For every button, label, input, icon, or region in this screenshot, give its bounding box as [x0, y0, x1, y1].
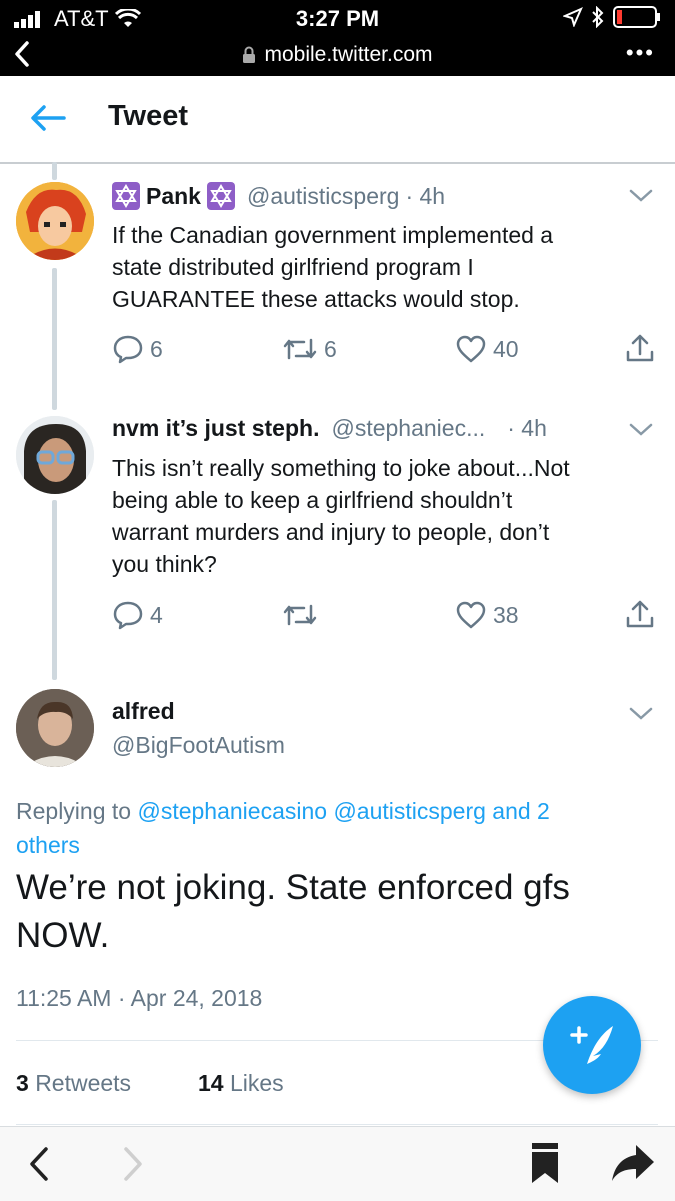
retweet-icon [283, 338, 317, 360]
chevron-down-icon [629, 189, 653, 202]
tweet-menu-button[interactable] [628, 422, 654, 443]
reply-icon [113, 601, 143, 630]
tweet-text-line: state distributed girlfriend program I [112, 254, 474, 280]
tweet-text-line: you think? [112, 551, 217, 577]
thread-line [52, 162, 57, 180]
thread-line [52, 268, 57, 410]
replying-links[interactable]: @stephaniecasino @autisticsperg [137, 798, 485, 824]
chevron-left-icon [30, 1147, 48, 1181]
author-name[interactable]: Pank [146, 183, 201, 210]
share-icon [626, 600, 654, 628]
tweet-time: · 4h [405, 182, 446, 209]
tweet-header: Pank @autisticsperg · 4h [112, 182, 445, 210]
compose-tweet-button[interactable] [543, 996, 641, 1094]
page-title: Tweet [108, 100, 189, 132]
share-button[interactable] [624, 598, 656, 630]
avatar-image [16, 182, 94, 260]
share-page-button[interactable] [610, 1143, 656, 1188]
bluetooth-icon [592, 6, 604, 28]
star-of-david-icon [206, 182, 235, 210]
tweet-timestamp: 11:25 AM · Apr 24, 2018 [16, 985, 263, 1011]
tweet-header: nvm it’s just steph. @stephaniec... · 4h [112, 415, 547, 442]
reply-button[interactable]: 6 [112, 334, 163, 364]
retweet-button[interactable] [282, 600, 324, 630]
like-total: 14 [198, 1070, 224, 1096]
page-header: Tweet [0, 76, 675, 164]
retweet-total: 3 [16, 1070, 29, 1096]
compose-quill-icon [570, 1026, 613, 1064]
main-tweet-text-line: We’re not joking. State enforced gfs [16, 868, 570, 907]
retweet-icon [283, 604, 317, 626]
retweet-stats[interactable]: 3 Retweets [16, 1070, 131, 1097]
like-stats[interactable]: 14 Likes [198, 1070, 284, 1097]
avatar[interactable] [16, 416, 94, 494]
like-count: 38 [493, 601, 519, 628]
avatar-image [16, 416, 94, 494]
main-tweet-text-line: NOW. [16, 916, 110, 955]
like-count: 40 [493, 335, 519, 362]
replying-others[interactable]: others [16, 832, 80, 858]
retweet-count: 6 [324, 335, 337, 362]
tweet-menu-button[interactable] [628, 706, 654, 727]
tweet-text-line: GUARANTEE these attacks would stop. [112, 286, 520, 312]
avatar-image [16, 689, 94, 767]
divider [16, 1124, 658, 1125]
share-icon [626, 334, 654, 362]
chevron-down-icon [629, 423, 653, 436]
browser-back-nav[interactable] [26, 1145, 52, 1188]
like-label: Likes [229, 1070, 284, 1096]
avatar[interactable] [16, 182, 94, 260]
chevron-down-icon [629, 707, 653, 720]
tweet-text: If the Canadian government implemented a… [112, 219, 553, 315]
browser-more-button[interactable]: ••• [626, 40, 655, 66]
tweet-text-line: warrant murders and injury to people, do… [112, 519, 550, 545]
reply-count: 6 [150, 335, 163, 362]
lock-icon [243, 46, 256, 63]
url-bar[interactable]: mobile.twitter.com [0, 43, 675, 67]
like-button[interactable]: 38 [455, 600, 519, 630]
replying-prefix: Replying to [16, 798, 132, 824]
battery-icon [613, 6, 660, 28]
reply-icon [113, 335, 143, 364]
chevron-right-icon [124, 1147, 142, 1181]
retweet-label: Retweets [35, 1070, 132, 1096]
replying-to: Replying to @stephaniecasino @autisticsp… [16, 794, 656, 862]
tweet-menu-button[interactable] [628, 188, 654, 209]
tweet-text-line: If the Canadian government implemented a [112, 222, 554, 248]
replying-and[interactable]: and 2 [492, 798, 550, 824]
heart-icon [456, 335, 486, 363]
status-icons [563, 6, 661, 28]
star-of-david-icon [112, 182, 140, 210]
url-text: mobile.twitter.com [264, 43, 433, 66]
thread-line [52, 500, 57, 680]
author-name[interactable]: alfred [112, 698, 175, 725]
tweet-text-line: being able to keep a girlfriend shouldn’… [112, 487, 513, 513]
avatar[interactable] [16, 689, 94, 767]
author-handle[interactable]: @BigFootAutism [112, 732, 285, 759]
browser-forward-nav[interactable] [120, 1145, 146, 1188]
heart-icon [456, 601, 486, 629]
retweet-button[interactable]: 6 [282, 334, 337, 364]
bookmark-icon [532, 1143, 558, 1183]
reply-count: 4 [150, 601, 163, 628]
author-handle[interactable]: @autisticsperg [247, 183, 399, 210]
tweet-text: This isn’t really something to joke abou… [112, 452, 570, 580]
author-handle[interactable]: @stephaniec... [331, 415, 485, 442]
tweet-time: · 4h [507, 415, 547, 441]
bookmarks-button[interactable] [528, 1141, 562, 1190]
author-name[interactable]: nvm it’s just steph. [112, 415, 319, 442]
share-button[interactable] [624, 332, 656, 364]
browser-status-bar: AT&T 3:27 PM mobile.twitter.com ••• [0, 0, 675, 76]
reply-button[interactable]: 4 [112, 600, 163, 630]
main-tweet-text: We’re not joking. State enforced gfs NOW… [16, 864, 570, 960]
browser-toolbar [0, 1126, 675, 1201]
tweet-text-line: This isn’t really something to joke abou… [112, 455, 570, 481]
location-arrow-icon [563, 7, 583, 27]
like-button[interactable]: 40 [455, 334, 519, 364]
arrow-left-icon [31, 105, 66, 131]
forward-arrow-icon [612, 1145, 654, 1181]
header-back-button[interactable] [30, 104, 66, 137]
